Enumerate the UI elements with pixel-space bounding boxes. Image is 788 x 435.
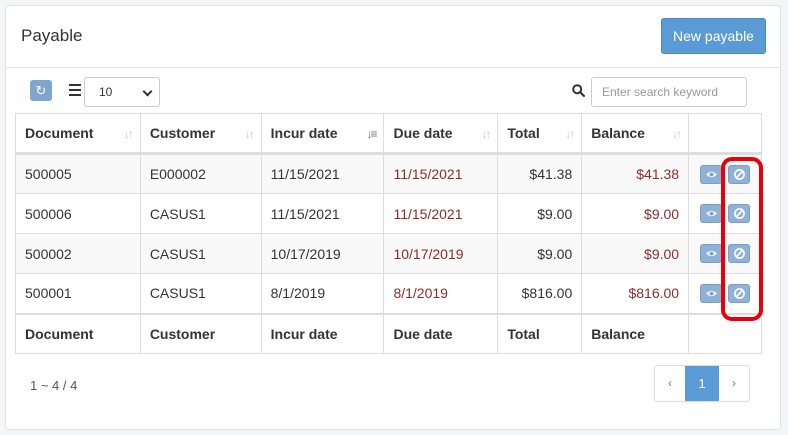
sort-icon: ↓↑ [672, 127, 682, 141]
new-payable-button[interactable]: New payable [661, 18, 766, 54]
cell-actions [688, 273, 762, 314]
cell-document: 500006 [15, 193, 141, 234]
view-button[interactable] [700, 244, 723, 263]
ban-icon [734, 248, 745, 259]
column-header-balance[interactable]: Balance ↓↑ [581, 113, 690, 155]
cell-document: 500005 [15, 153, 141, 194]
view-button[interactable] [700, 283, 723, 303]
ban-icon [734, 287, 745, 299]
refresh-button[interactable]: ↻ [30, 80, 52, 101]
eye-icon [706, 250, 718, 257]
cell-due-date: 10/17/2019 [383, 233, 499, 274]
footer-actions [688, 312, 762, 354]
page-button-1[interactable]: 1 [685, 366, 719, 401]
footer-document: Document [15, 312, 141, 354]
view-button[interactable] [700, 164, 723, 184]
cell-customer: CASUS1 [139, 273, 262, 314]
cell-customer: CASUS1 [139, 233, 262, 274]
footer-balance: Balance [581, 312, 690, 354]
cell-total: $9.00 [497, 233, 583, 274]
pagination-info: 1 ~ 4 / 4 [30, 378, 78, 393]
view-button[interactable] [700, 204, 723, 223]
cell-incur-date: 8/1/2019 [260, 273, 385, 314]
ban-icon [734, 168, 745, 180]
cell-actions [688, 193, 762, 234]
cell-incur-date: 11/15/2021 [260, 153, 385, 194]
cell-incur-date: 11/15/2021 [260, 193, 385, 234]
cell-balance: $9.00 [581, 193, 690, 234]
cell-balance: $9.00 [581, 233, 690, 274]
column-header-customer[interactable]: Customer ↓↑ [139, 113, 262, 155]
table-row: 500002 CASUS1 10/17/2019 10/17/2019 $9.0… [15, 233, 762, 274]
cell-actions [688, 153, 762, 194]
eye-icon [706, 210, 718, 217]
payable-table: Document ↓↑ Customer ↓↑ Incur date ↓≡ Due d… [15, 113, 762, 354]
table-header-row: Document ↓↑ Customer ↓↑ Incur date ↓≡ Due d… [15, 113, 762, 155]
cell-customer: E000002 [139, 153, 262, 194]
page-title: Payable [21, 26, 83, 45]
cell-document: 500001 [15, 273, 141, 314]
search-icon [572, 84, 585, 97]
search-input[interactable]: Enter search keyword [591, 77, 747, 107]
void-button[interactable] [727, 164, 750, 184]
column-header-total[interactable]: Total ↓↑ [497, 113, 583, 155]
column-header-document[interactable]: Document ↓↑ [15, 113, 141, 155]
cell-total: $9.00 [497, 193, 583, 234]
page-size-select[interactable]: 10 [84, 77, 160, 107]
sort-icon: ↓↑ [565, 127, 575, 141]
list-icon [69, 84, 81, 96]
refresh-icon: ↻ [35, 83, 47, 98]
cell-due-date: 11/15/2021 [383, 193, 499, 234]
footer-incur-date: Incur date [260, 312, 385, 354]
void-button[interactable] [727, 204, 750, 223]
sort-icon: ↓↑ [481, 127, 491, 141]
footer-total: Total [497, 312, 583, 354]
table-row: 500005 E000002 11/15/2021 11/15/2021 $41… [15, 153, 762, 194]
next-page-button[interactable]: › [719, 366, 749, 401]
footer-customer: Customer [139, 312, 262, 354]
column-header-actions [688, 113, 762, 155]
table-row: 500006 CASUS1 11/15/2021 11/15/2021 $9.0… [15, 193, 762, 234]
eye-icon [706, 290, 718, 296]
cell-due-date: 8/1/2019 [383, 273, 499, 314]
footer-due-date: Due date [383, 312, 499, 354]
prev-page-button[interactable]: ‹ [655, 366, 685, 401]
cell-customer: CASUS1 [139, 193, 262, 234]
void-button[interactable] [727, 283, 750, 303]
cell-balance: $41.38 [581, 153, 690, 194]
cell-total: $816.00 [497, 273, 583, 314]
sort-desc-icon: ↓≡ [366, 127, 377, 141]
cell-balance: $816.00 [581, 273, 690, 314]
cell-actions [688, 233, 762, 274]
sort-icon: ↓↑ [244, 127, 255, 141]
sort-icon: ↓↑ [123, 127, 134, 141]
eye-icon [706, 171, 718, 177]
cell-incur-date: 10/17/2019 [260, 233, 385, 274]
ban-icon [734, 208, 745, 219]
panel-header: Payable New payable [6, 6, 780, 68]
table-footer-row: Document Customer Incur date Due date To… [15, 312, 762, 354]
cell-due-date: 11/15/2021 [383, 153, 499, 194]
page-size-value: 10 [99, 85, 113, 99]
column-header-incur-date[interactable]: Incur date ↓≡ [260, 113, 385, 155]
cell-total: $41.38 [497, 153, 583, 194]
void-button[interactable] [727, 244, 750, 263]
pagination: ‹ 1 › [654, 365, 750, 402]
cell-document: 500002 [15, 233, 141, 274]
table-row: 500001 CASUS1 8/1/2019 8/1/2019 $816.00 … [15, 273, 762, 314]
column-header-due-date[interactable]: Due date ↓↑ [383, 113, 499, 155]
chevron-down-icon [142, 86, 153, 97]
